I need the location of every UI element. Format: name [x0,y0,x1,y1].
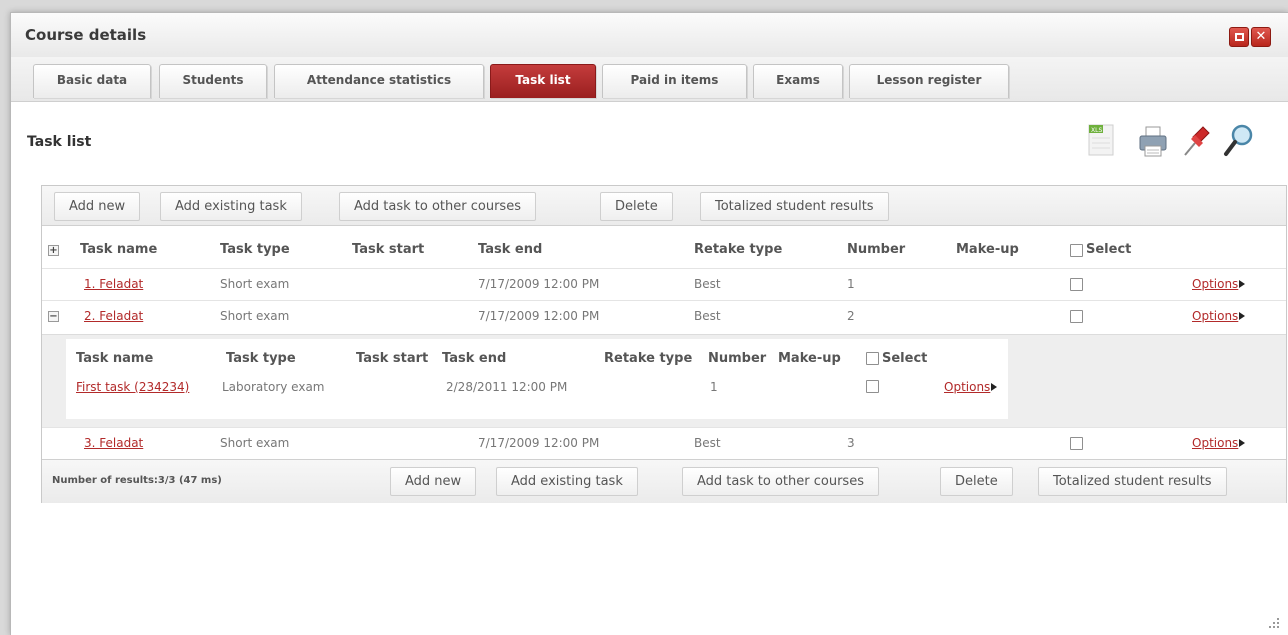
task-name-link[interactable]: 2. Feladat [84,309,143,323]
totalized-student-results-button[interactable]: Totalized student results [700,192,889,221]
options-label: Options [1192,277,1239,291]
nested-table: Task name Task type Task start Task end … [66,339,1008,419]
retake-type-cell: Best [694,277,721,291]
col-retake-type[interactable]: Retake type [694,242,782,257]
svg-text:XLS: XLS [1091,127,1102,134]
top-button-bar: Add new Add existing task Add task to ot… [42,186,1286,226]
arrow-right-icon [991,383,998,391]
task-type-cell: Short exam [220,309,290,323]
tab-bar: Basic data Students Attendance statistic… [11,57,1288,102]
expand-all-icon[interactable]: + [48,245,59,256]
table-row: 1. Feladat Short exam 7/17/2009 12:00 PM… [42,268,1286,300]
task-end-cell: 7/17/2009 12:00 PM [478,309,600,323]
retake-type-cell: Best [694,309,721,323]
maximize-icon [1234,33,1244,41]
tab-students[interactable]: Students [159,64,267,98]
col-task-name[interactable]: Task name [76,351,153,366]
task-name-link[interactable]: 3. Feladat [84,436,143,450]
section-title: Task list [27,134,92,150]
col-number[interactable]: Number [708,351,766,366]
col-task-type[interactable]: Task type [220,242,290,257]
number-cell: 3 [847,436,855,450]
col-task-name[interactable]: Task name [80,242,157,257]
results-count: Number of results:3/3 (47 ms) [52,475,222,486]
number-cell: 1 [847,277,855,291]
task-type-cell: Laboratory exam [222,380,325,394]
options-link[interactable]: Options [1192,436,1246,450]
tab-basic-data[interactable]: Basic data [33,64,151,98]
print-icon[interactable] [1135,121,1171,161]
col-task-end[interactable]: Task end [442,351,506,366]
tab-attendance-statistics[interactable]: Attendance statistics [274,64,484,98]
row-select-checkbox[interactable] [1070,310,1083,323]
col-retake-type[interactable]: Retake type [604,351,692,366]
totalized-student-results-button[interactable]: Totalized student results [1038,467,1227,496]
arrow-right-icon [1239,280,1246,288]
search-icon[interactable] [1221,121,1257,161]
col-task-start[interactable]: Task start [356,351,428,366]
row-select-checkbox[interactable] [1070,437,1083,450]
number-cell: 1 [710,380,718,394]
add-task-to-other-courses-button[interactable]: Add task to other courses [339,192,536,221]
arrow-right-icon [1239,439,1246,447]
task-name-link[interactable]: First task (234234) [76,380,189,394]
grid-footer: Number of results:3/3 (47 ms) Add new Ad… [42,459,1286,503]
col-select: Select [882,351,928,366]
title-bar: Course details ✕ [11,13,1288,57]
col-makeup[interactable]: Make-up [956,242,1019,257]
delete-button[interactable]: Delete [600,192,673,221]
nested-task-grid: Task name Task type Task start Task end … [42,334,1286,427]
add-task-to-other-courses-button[interactable]: Add task to other courses [682,467,879,496]
maximize-button[interactable] [1229,27,1249,47]
task-end-cell: 2/28/2011 12:00 PM [446,380,568,394]
options-link[interactable]: Options [1192,277,1246,291]
add-new-button[interactable]: Add new [54,192,141,221]
delete-button[interactable]: Delete [940,467,1013,496]
collapse-row-icon[interactable]: − [48,311,59,322]
course-details-window: Course details ✕ Basic data Students Att… [10,12,1288,635]
col-makeup[interactable]: Make-up [778,351,841,366]
add-new-button[interactable]: Add new [390,467,477,496]
add-existing-task-button[interactable]: Add existing task [496,467,638,496]
tab-exams[interactable]: Exams [753,64,843,98]
tab-lesson-register[interactable]: Lesson register [849,64,1009,98]
tab-paid-in-items[interactable]: Paid in items [602,64,747,98]
retake-type-cell: Best [694,436,721,450]
task-name-link[interactable]: 1. Feladat [84,277,143,291]
task-type-cell: Short exam [220,436,290,450]
add-existing-task-button[interactable]: Add existing task [160,192,302,221]
col-select: Select [1086,242,1132,257]
task-type-cell: Short exam [220,277,290,291]
options-link[interactable]: Options [1192,309,1246,323]
pin-icon[interactable] [1179,121,1215,161]
select-all-checkbox[interactable] [866,352,879,365]
number-cell: 2 [847,309,855,323]
table-row: 3. Feladat Short exam 7/17/2009 12:00 PM… [42,427,1286,459]
options-label: Options [1192,309,1239,323]
nested-table-row: First task (234234) Laboratory exam 2/28… [66,373,1008,403]
select-all-checkbox[interactable] [1070,244,1083,257]
table-row: − 2. Feladat Short exam 7/17/2009 12:00 … [42,300,1286,332]
row-select-checkbox[interactable] [866,380,879,393]
task-end-cell: 7/17/2009 12:00 PM [478,277,600,291]
nested-table-header: Task name Task type Task start Task end … [66,345,1008,371]
col-task-end[interactable]: Task end [478,242,542,257]
task-grid: Add new Add existing task Add task to ot… [41,185,1287,503]
col-number[interactable]: Number [847,242,905,257]
col-task-start[interactable]: Task start [352,242,424,257]
window-title: Course details [25,26,147,44]
col-task-type[interactable]: Task type [226,351,296,366]
resize-grip-icon[interactable] [1268,617,1280,629]
close-button[interactable]: ✕ [1251,27,1271,47]
options-label: Options [944,380,991,394]
excel-export-icon[interactable]: XLS [1083,121,1119,161]
table-header: + Task name Task type Task start Task en… [42,234,1286,264]
options-label: Options [1192,436,1239,450]
close-icon: ✕ [1255,29,1267,44]
task-end-cell: 7/17/2009 12:00 PM [478,436,600,450]
arrow-right-icon [1239,312,1246,320]
options-link[interactable]: Options [944,380,998,394]
tab-task-list[interactable]: Task list [490,64,596,98]
row-select-checkbox[interactable] [1070,278,1083,291]
